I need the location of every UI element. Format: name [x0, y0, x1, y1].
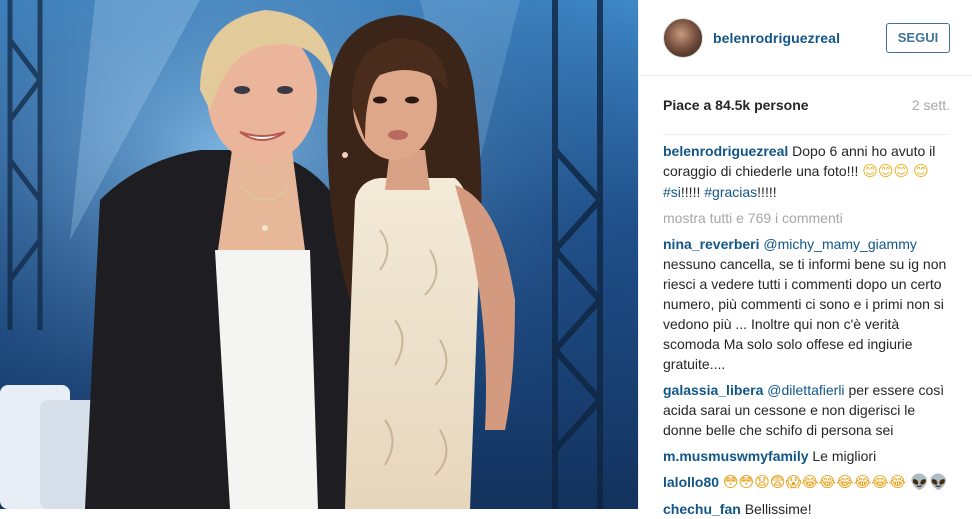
comments-section: belenrodriguezreal Dopo 6 anni ho avuto … — [639, 135, 972, 519]
post-photo[interactable] — [0, 0, 638, 509]
comment-item: chechu_fan Bellissime! — [663, 499, 950, 519]
post-author-username[interactable]: belenrodriguezreal — [713, 30, 886, 46]
caption-text: !!!!! — [680, 184, 701, 200]
instagram-post-view: belenrodriguezreal SEGUI Piace a 84.5k p… — [0, 0, 972, 517]
post-side-panel: belenrodriguezreal SEGUI Piace a 84.5k p… — [638, 0, 972, 517]
mention-link[interactable]: @dilettafierli — [767, 382, 844, 398]
caption-text: !!!!! — [757, 184, 777, 200]
comment-username[interactable]: lalollo80 — [663, 474, 719, 490]
hashtag-link[interactable]: #gracias — [704, 184, 757, 200]
comment-item: galassia_libera @dilettafierli per esser… — [663, 380, 950, 440]
caption-username[interactable]: belenrodriguezreal — [663, 143, 788, 159]
comment-item: nina_reverberi @michy_mamy_giammy nessun… — [663, 234, 950, 374]
show-all-comments-link[interactable]: mostra tutti e 769 i commenti — [663, 208, 950, 228]
likes-count[interactable]: Piace a 84.5k persone — [663, 97, 809, 113]
post-header: belenrodriguezreal SEGUI — [639, 0, 972, 76]
mention-link[interactable]: @michy_mamy_giammy — [763, 236, 916, 252]
post-timestamp[interactable]: 2 sett. — [912, 97, 950, 113]
follow-button[interactable]: SEGUI — [886, 22, 950, 53]
comment-text: Bellissime! — [744, 501, 812, 517]
comment-text: nessuno cancella, se ti informi bene su … — [663, 256, 947, 372]
caption: belenrodriguezreal Dopo 6 anni ho avuto … — [663, 141, 950, 202]
comment-item: lalollo80 😳😳😧😨😱😂😂😂😂😂😂 👽👽 — [663, 472, 950, 493]
comment-item: m.musmuswmyfamily Le migliori — [663, 446, 950, 466]
emoji-reaction-icon: 😳😳😧😨😱😂😂😂😂😂😂 👽👽 — [722, 474, 948, 491]
comment-username[interactable]: galassia_libera — [663, 382, 763, 398]
hashtag-link[interactable]: #si — [663, 184, 681, 200]
photo-illustration — [0, 0, 638, 509]
comment-username[interactable]: nina_reverberi — [663, 236, 760, 252]
comment-text: Le migliori — [812, 448, 877, 464]
smile-emoji-icon: 😊😊😊 — [862, 163, 910, 180]
avatar[interactable] — [663, 17, 703, 58]
comment-username[interactable]: m.musmuswmyfamily — [663, 448, 809, 464]
post-stats: Piace a 84.5k persone 2 sett. — [639, 76, 972, 134]
smile-emoji-icon: 😊 — [913, 163, 929, 180]
comment-username[interactable]: chechu_fan — [663, 501, 741, 517]
